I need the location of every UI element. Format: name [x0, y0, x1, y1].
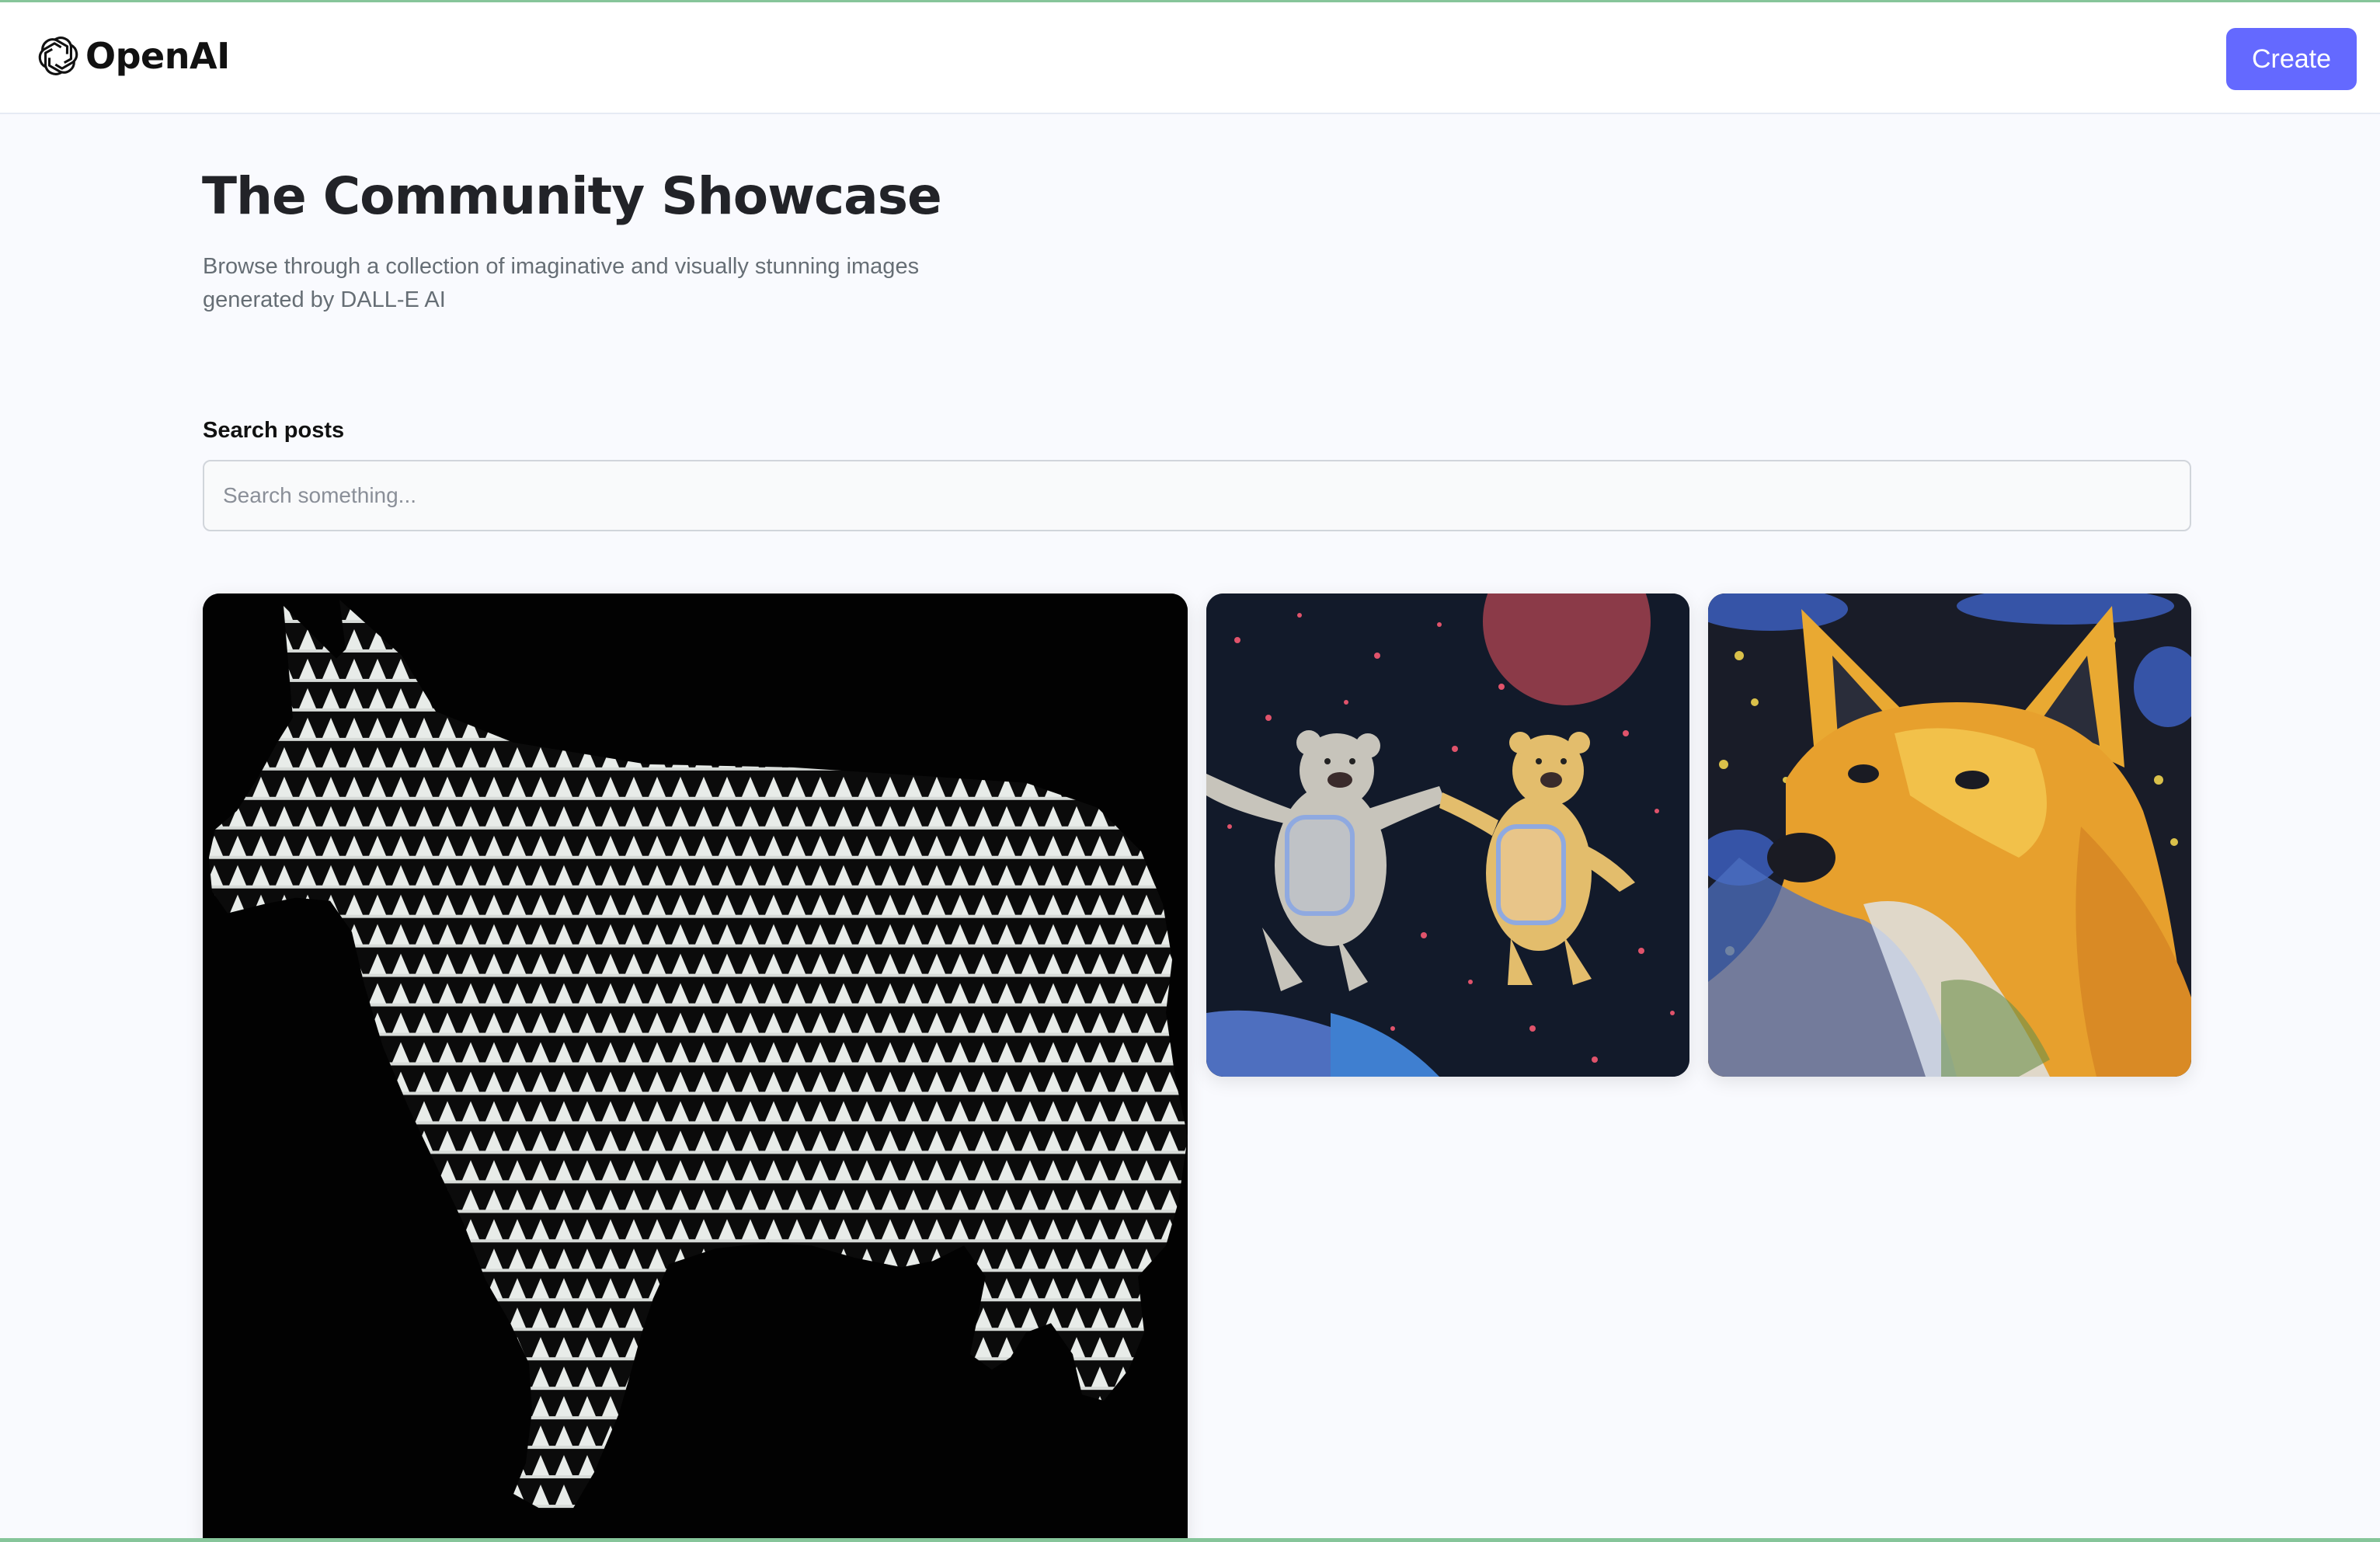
create-button[interactable]: Create: [2226, 28, 2357, 90]
logo[interactable]: OpenAI: [36, 33, 230, 78]
fox-painting-image: [1708, 593, 2191, 1077]
wolf-pattern-image: [203, 593, 1188, 1542]
app-header: OpenAI Create: [0, 2, 2380, 114]
space-bears-image: [1206, 593, 1689, 1077]
page-subtitle: Browse through a collection of imaginati…: [203, 254, 920, 312]
post-card-bears[interactable]: [1206, 593, 1689, 1077]
openai-logo-icon: [38, 37, 78, 75]
logo-text: OpenAI: [85, 35, 230, 77]
search-label: Search posts: [203, 418, 345, 443]
frame-bottom-line: [0, 1538, 2380, 1542]
post-card-wolf[interactable]: [203, 593, 1188, 1542]
page-title: The Community Showcase: [202, 166, 942, 226]
post-card-fox[interactable]: [1708, 593, 2191, 1077]
search-input[interactable]: [203, 460, 2191, 531]
